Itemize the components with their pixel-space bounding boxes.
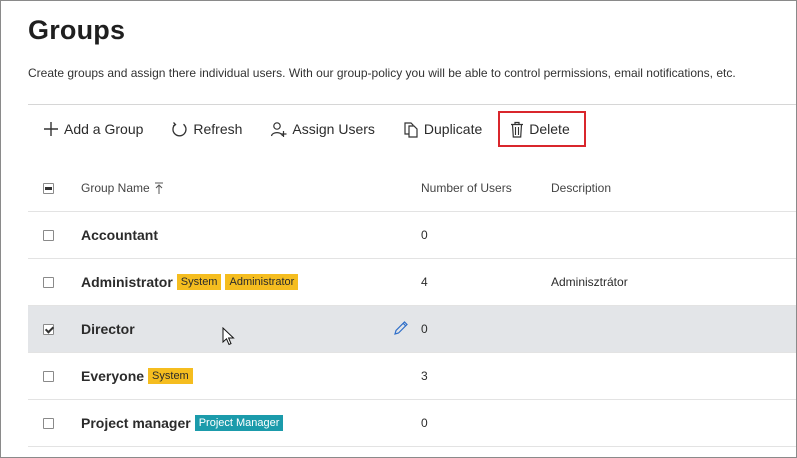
table-row[interactable]: Accountant 0 bbox=[28, 212, 796, 259]
user-count-cell: 4 bbox=[421, 275, 428, 289]
groups-table: Group Name Number of Users Description A… bbox=[28, 165, 796, 447]
group-name: Director bbox=[81, 321, 135, 337]
group-badge-administrator: Administrator bbox=[225, 274, 299, 290]
group-name: Everyone bbox=[81, 368, 145, 384]
toolbar: Add a Group Refresh Assign Users Duplica… bbox=[31, 110, 590, 148]
user-add-icon bbox=[271, 121, 287, 137]
group-badge-system: System bbox=[176, 274, 222, 290]
mouse-cursor-icon bbox=[222, 327, 235, 346]
page-subtitle: Create groups and assign there individua… bbox=[28, 66, 736, 80]
groups-page: Groups Create groups and assign there in… bbox=[1, 1, 796, 457]
delete-label: Delete bbox=[529, 121, 570, 137]
duplicate-label: Duplicate bbox=[423, 121, 483, 137]
add-group-button[interactable]: Add a Group bbox=[31, 111, 155, 147]
assign-users-button[interactable]: Assign Users bbox=[258, 111, 386, 147]
trash-icon bbox=[511, 121, 524, 138]
group-badge-project-manager: Project Manager bbox=[194, 415, 284, 431]
group-name: Accountant bbox=[81, 227, 158, 243]
user-count-cell: 0 bbox=[421, 416, 428, 430]
column-header-group-name-label: Group Name bbox=[81, 181, 150, 195]
column-header-number-of-users[interactable]: Number of Users bbox=[421, 181, 512, 195]
group-name-cell: Accountant bbox=[81, 227, 158, 243]
table-row[interactable]: Project manager Project Manager 0 bbox=[28, 400, 796, 447]
add-group-label: Add a Group bbox=[64, 121, 144, 137]
plus-icon bbox=[44, 122, 58, 136]
group-name: Project manager bbox=[81, 415, 191, 431]
row-checkbox[interactable] bbox=[43, 370, 54, 382]
refresh-label: Refresh bbox=[193, 121, 243, 137]
duplicate-icon bbox=[404, 121, 418, 138]
group-name-cell: Director bbox=[81, 321, 135, 337]
table-row[interactable]: Administrator System Administrator 4 Adm… bbox=[28, 259, 796, 306]
user-count-cell: 3 bbox=[421, 369, 428, 383]
page-title: Groups bbox=[28, 15, 126, 45]
user-count-cell: 0 bbox=[421, 228, 428, 242]
column-header-group-name[interactable]: Group Name bbox=[81, 181, 164, 195]
user-count-cell: 0 bbox=[421, 322, 428, 336]
column-header-description[interactable]: Description bbox=[551, 181, 611, 195]
table-header-row: Group Name Number of Users Description bbox=[28, 165, 796, 212]
group-name-cell: Project manager Project Manager bbox=[81, 415, 284, 431]
group-name-cell: Administrator System Administrator bbox=[81, 274, 299, 290]
refresh-button[interactable]: Refresh bbox=[159, 111, 254, 147]
group-name-cell: Everyone System bbox=[81, 368, 193, 384]
table-row[interactable]: Everyone System 3 bbox=[28, 353, 796, 400]
table-row-selected[interactable]: Director 0 bbox=[28, 306, 796, 353]
refresh-icon bbox=[172, 121, 187, 136]
sort-ascending-icon bbox=[154, 182, 163, 194]
pencil-icon[interactable] bbox=[393, 320, 409, 336]
row-checkbox[interactable] bbox=[43, 417, 54, 429]
row-checkbox[interactable] bbox=[43, 229, 54, 241]
group-name: Administrator bbox=[81, 274, 173, 290]
description-cell: Adminisztrátor bbox=[551, 275, 628, 289]
header-divider bbox=[28, 104, 796, 105]
select-all-checkbox[interactable] bbox=[43, 182, 54, 194]
row-checkbox[interactable] bbox=[43, 276, 54, 288]
delete-button[interactable]: Delete bbox=[498, 111, 586, 147]
row-checkbox-checked[interactable] bbox=[43, 323, 54, 335]
assign-users-label: Assign Users bbox=[292, 121, 375, 137]
duplicate-button[interactable]: Duplicate bbox=[391, 111, 494, 147]
group-badge-system: System bbox=[148, 368, 193, 384]
